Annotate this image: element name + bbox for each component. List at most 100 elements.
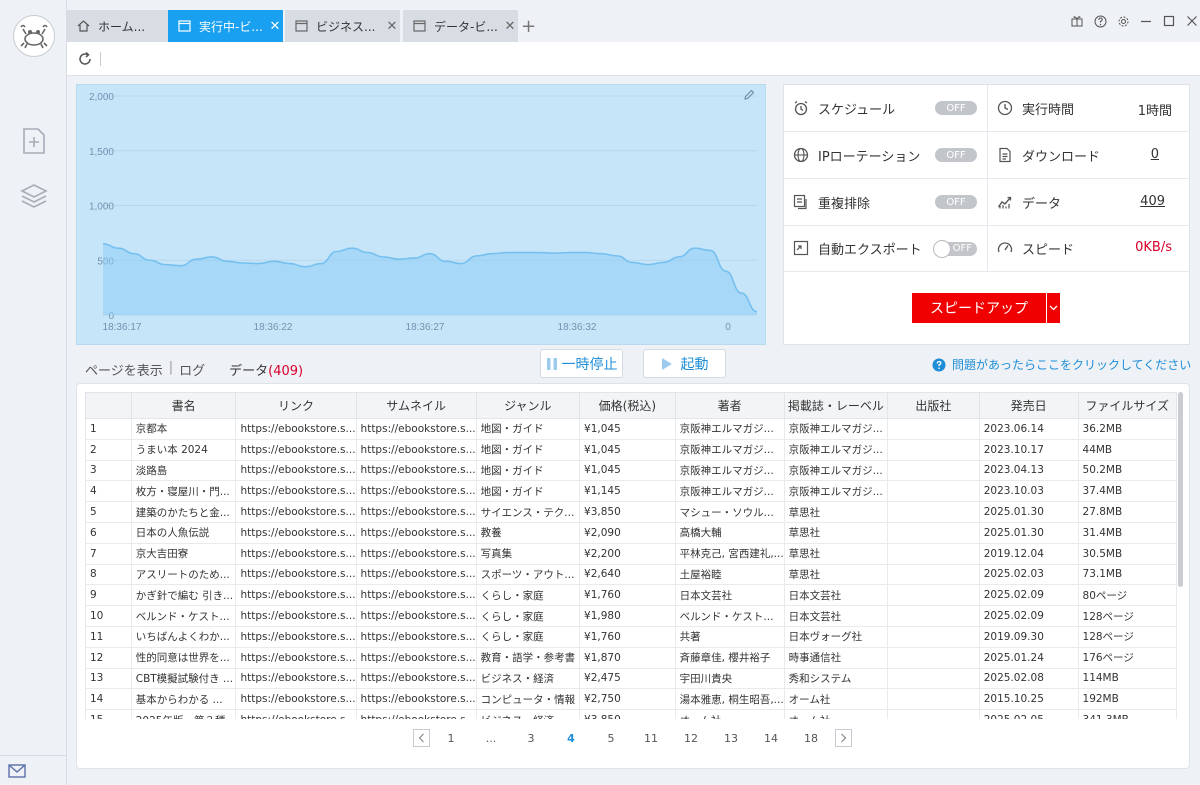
table-cell: https://ebookstore.s... bbox=[355, 521, 477, 544]
table-cell: 4 bbox=[85, 480, 132, 503]
table-cell: https://ebookstore.s... bbox=[355, 501, 477, 523]
tab-log[interactable]: ログ bbox=[179, 360, 205, 385]
close-window-icon[interactable] bbox=[1181, 12, 1200, 30]
table-row[interactable]: 9 かぎ針で編む 引き... https://ebookstore.s... http… bbox=[85, 584, 1177, 607]
table-row[interactable]: 6 日本の人魚伝説 https://ebookstore.s... https://e… bbox=[85, 521, 1177, 544]
tab-data[interactable]: データ-ビ... ✕ bbox=[403, 10, 519, 42]
close-icon[interactable]: ✕ bbox=[502, 19, 518, 34]
pause-button[interactable]: 一時停止 bbox=[540, 349, 623, 378]
tab-separator: | bbox=[168, 360, 174, 375]
dedupe-toggle[interactable]: OFF bbox=[935, 195, 977, 209]
start-button[interactable]: 起動 bbox=[643, 349, 726, 378]
table-cell: 7 bbox=[85, 542, 132, 565]
table-cell: くらし・家庭 bbox=[475, 605, 581, 627]
table-row[interactable]: 4 枚方・寝屋川・門... https://ebookstore.s... https… bbox=[85, 480, 1177, 503]
next-page-icon[interactable] bbox=[835, 729, 852, 747]
table-cell: https://ebookstore.s... bbox=[355, 542, 477, 565]
auto-export-toggle[interactable]: OFF bbox=[933, 240, 977, 258]
column-header[interactable]: 出版社 bbox=[887, 392, 980, 419]
table-row[interactable]: 5 建築のかたちと金... https://ebookstore.s... https… bbox=[85, 501, 1177, 523]
table-cell: https://ebookstore.s... bbox=[355, 438, 477, 461]
sidebar bbox=[0, 0, 67, 785]
add-tab-button[interactable]: + bbox=[521, 16, 536, 37]
edit-icon[interactable] bbox=[743, 89, 757, 103]
column-header[interactable]: ジャンル bbox=[475, 392, 581, 419]
column-header[interactable]: 価格(税込) bbox=[579, 392, 676, 419]
table-cell: https://ebookstore.s... bbox=[355, 667, 477, 690]
table-cell: https://ebookstore.s... bbox=[355, 688, 477, 711]
table-cell: 2019.09.30 bbox=[978, 625, 1079, 648]
page-number[interactable]: 1 bbox=[437, 727, 465, 749]
column-header[interactable] bbox=[85, 392, 132, 419]
tab-label: ビジネス... bbox=[316, 19, 376, 34]
column-header[interactable]: ファイルサイズ bbox=[1077, 392, 1177, 419]
tab-home[interactable]: ホーム... bbox=[67, 10, 183, 42]
ip-rotation-toggle[interactable]: OFF bbox=[935, 148, 977, 162]
page-number[interactable]: 3 bbox=[517, 727, 545, 749]
column-header[interactable]: リンク bbox=[235, 392, 357, 419]
page-number[interactable]: 13 bbox=[717, 727, 745, 749]
minimize-icon[interactable] bbox=[1135, 12, 1157, 30]
table-row[interactable]: 3 淡路島 https://ebookstore.s... https://ebook… bbox=[85, 459, 1177, 482]
column-header[interactable]: サムネイル bbox=[355, 392, 477, 419]
mail-icon[interactable] bbox=[0, 755, 67, 785]
y-tick-label: 1,000 bbox=[89, 202, 114, 213]
vertical-scrollbar[interactable] bbox=[1178, 392, 1183, 587]
tab-running[interactable]: 実行中-ビ... ✕ bbox=[168, 10, 284, 42]
tab-data[interactable]: データ(409) bbox=[229, 360, 304, 385]
table-cell: 京阪神エルマガジ... bbox=[783, 480, 889, 503]
page-number[interactable]: 4 bbox=[557, 727, 585, 749]
refresh-icon[interactable] bbox=[75, 49, 95, 69]
layers-icon[interactable] bbox=[20, 182, 48, 210]
gift-icon[interactable] bbox=[1066, 12, 1088, 30]
page-number[interactable]: 11 bbox=[637, 727, 665, 749]
tab-page-view[interactable]: ページを表示 bbox=[85, 360, 163, 385]
table-row[interactable]: 7 京大吉田寮 https://ebookstore.s... https://ebo… bbox=[85, 542, 1177, 565]
table-cell: https://ebookstore.s... bbox=[355, 584, 477, 607]
table-row[interactable]: 11 いちばんよくわか... https://ebookstore.s... http… bbox=[85, 625, 1177, 648]
prev-page-icon[interactable] bbox=[413, 729, 430, 747]
column-header[interactable]: 発売日 bbox=[978, 392, 1079, 419]
table-cell: ¥2,750 bbox=[579, 688, 676, 711]
chevron-down-icon[interactable] bbox=[1047, 293, 1060, 323]
gear-icon[interactable] bbox=[1112, 12, 1134, 30]
table-row[interactable]: 152025年版 第３種...https://ebookstore.s...ht… bbox=[85, 709, 1177, 719]
close-icon[interactable]: ✕ bbox=[267, 19, 283, 34]
crab-logo-icon bbox=[20, 24, 48, 49]
table-cell: 30.5MB bbox=[1077, 542, 1177, 565]
table-cell: 341.3MB bbox=[1077, 709, 1177, 719]
help-link[interactable]: 問題があったらここをクリックしてください bbox=[932, 356, 1191, 373]
table-row[interactable]: 13 CBT模擬試験付き ... https://ebookstore.s... ht… bbox=[85, 667, 1177, 690]
table-cell: https://ebookstore.s... bbox=[235, 688, 357, 711]
table-cell bbox=[887, 625, 980, 648]
table-cell: 5 bbox=[85, 501, 132, 523]
table-row[interactable]: 8 アスリートのため... https://ebookstore.s... https… bbox=[85, 563, 1177, 586]
table-row[interactable]: 12 性的同意は世界を... https://ebookstore.s... http… bbox=[85, 646, 1177, 669]
download-value[interactable]: 0 bbox=[1151, 147, 1159, 162]
table-cell: 基本からわかる ... bbox=[130, 688, 237, 711]
maximize-icon[interactable] bbox=[1158, 12, 1180, 30]
page-number[interactable]: 5 bbox=[597, 727, 625, 749]
table-row[interactable]: 14 基本からわかる ... https://ebookstore.s... http… bbox=[85, 688, 1177, 711]
tab-business[interactable]: ビジネス... ✕ bbox=[285, 10, 401, 42]
new-task-icon[interactable] bbox=[20, 127, 48, 155]
table-cell: 44MB bbox=[1077, 438, 1177, 461]
table-cell: 6 bbox=[85, 521, 132, 544]
column-header[interactable]: 掲載誌・レーベル bbox=[783, 392, 889, 419]
data-count-value[interactable]: 409 bbox=[1140, 194, 1165, 209]
table-cell: 2025.02.03 bbox=[978, 563, 1079, 586]
page-number[interactable]: 18 bbox=[797, 727, 825, 749]
stat-download: ダウンロード bbox=[988, 132, 1100, 178]
table-cell: https://ebookstore.s... bbox=[355, 709, 477, 719]
table-row[interactable]: 10 ベルンド・ケスト... https://ebookstore.s... http… bbox=[85, 605, 1177, 627]
schedule-toggle[interactable]: OFF bbox=[935, 101, 977, 115]
close-icon[interactable]: ✕ bbox=[384, 19, 400, 34]
table-row[interactable]: 2 うまい本 2024 https://ebookstore.s... https:/… bbox=[85, 438, 1177, 461]
page-number[interactable]: 14 bbox=[757, 727, 785, 749]
speed-up-button[interactable]: スピードアップ bbox=[912, 293, 1046, 323]
column-header[interactable]: 書名 bbox=[130, 392, 237, 419]
help-icon[interactable] bbox=[1089, 12, 1111, 30]
table-row[interactable]: 1 京都本 https://ebookstore.s... https://ebook… bbox=[85, 418, 1177, 440]
column-header[interactable]: 著者 bbox=[674, 392, 785, 419]
page-number[interactable]: 12 bbox=[677, 727, 705, 749]
